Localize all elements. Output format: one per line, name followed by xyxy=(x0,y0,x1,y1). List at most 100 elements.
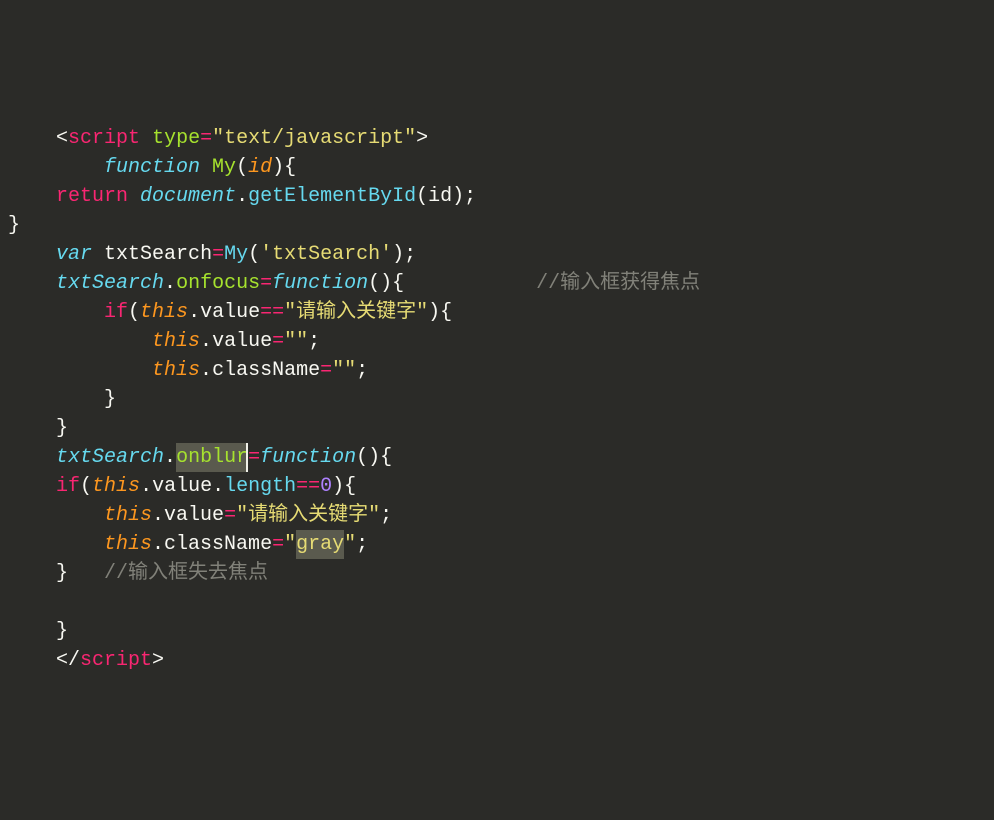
ident-txtSearch: txtSearch xyxy=(104,243,212,266)
paren-close-brace: ){ xyxy=(428,301,452,324)
fn-call-my: My xyxy=(224,243,248,266)
indent xyxy=(8,359,152,382)
dot: . xyxy=(212,475,224,498)
highlight-word: gray xyxy=(296,530,344,559)
code-line: txtSearch.onfocus=function(){ //输入框获得焦点 xyxy=(8,269,994,298)
paren-close-brace: ){ xyxy=(332,475,356,498)
indent xyxy=(8,301,104,324)
angle-close: > xyxy=(152,649,164,672)
code-line: } xyxy=(8,617,994,646)
op-eqeq: == xyxy=(296,475,320,498)
code-line: } //输入框失去焦点 xyxy=(8,559,994,588)
equals: = xyxy=(320,359,332,382)
paren-close-semi: ); xyxy=(392,243,416,266)
indent xyxy=(8,475,56,498)
space xyxy=(92,243,104,266)
prop-value: value xyxy=(164,504,224,527)
equals: = xyxy=(212,243,224,266)
keyword-return: return xyxy=(56,185,128,208)
code-line: var txtSearch=My('txtSearch'); xyxy=(8,240,994,269)
ident-id: id xyxy=(428,185,452,208)
paren-open: ( xyxy=(80,475,92,498)
method-getElementById: getElementById xyxy=(248,185,416,208)
comment-blur: //输入框失去焦点 xyxy=(104,562,268,585)
dot: . xyxy=(236,185,248,208)
string-text-javascript: "text/javascript" xyxy=(212,127,416,150)
fn-name: My xyxy=(212,156,236,179)
paren-close-brace: ){ xyxy=(272,156,296,179)
angle-open-slash: </ xyxy=(56,649,80,672)
paren-open: ( xyxy=(416,185,428,208)
code-line: <script type="text/javascript"> xyxy=(8,124,994,153)
dot: . xyxy=(164,272,176,295)
prop-className: className xyxy=(212,359,320,382)
indent xyxy=(8,649,56,672)
number-zero: 0 xyxy=(320,475,332,498)
prop-value: value xyxy=(200,301,260,324)
keyword-this: this xyxy=(104,504,152,527)
keyword-function: function xyxy=(104,156,200,179)
prop-onblur: onblur xyxy=(176,446,248,469)
semicolon: ; xyxy=(308,330,320,353)
tag-script: script xyxy=(68,127,140,150)
code-line: if(this.value.length==0){ xyxy=(8,472,994,501)
keyword-function: function xyxy=(260,446,356,469)
paren-open: ( xyxy=(248,243,260,266)
code-line: function My(id){ xyxy=(8,153,994,182)
semicolon: ; xyxy=(380,504,392,527)
dot: . xyxy=(164,446,176,469)
code-line: } xyxy=(8,414,994,443)
dot: . xyxy=(188,301,200,324)
paren-close-brace: ){ xyxy=(380,272,404,295)
prop-value: value xyxy=(152,475,212,498)
prop-onfocus: onfocus xyxy=(176,272,260,295)
dot: . xyxy=(200,359,212,382)
code-line: this.className="gray"; xyxy=(8,530,994,559)
code-line: } xyxy=(8,211,994,240)
dot: . xyxy=(200,330,212,353)
ident-txtSearch: txtSearch xyxy=(56,446,164,469)
keyword-this: this xyxy=(152,359,200,382)
code-line: this.value="请输入关键字"; xyxy=(8,501,994,530)
keyword-var: var xyxy=(56,243,92,266)
keyword-this: this xyxy=(140,301,188,324)
string-empty: "" xyxy=(284,330,308,353)
keyword-this: this xyxy=(152,330,200,353)
keyword-function: function xyxy=(272,272,368,295)
indent xyxy=(8,156,104,179)
text-cursor xyxy=(246,443,248,472)
tag-script-close: script xyxy=(80,649,152,672)
indent xyxy=(8,417,56,440)
attr-type: type xyxy=(152,127,200,150)
space xyxy=(68,562,104,585)
equals: = xyxy=(200,127,212,150)
comment-focus: //输入框获得焦点 xyxy=(536,272,700,295)
indent xyxy=(8,185,56,208)
string-empty: "" xyxy=(332,359,356,382)
brace-close: } xyxy=(8,214,20,237)
prop-className: className xyxy=(164,533,272,556)
equals: = xyxy=(260,272,272,295)
code-line-blank xyxy=(8,588,994,617)
code-line: if(this.value=="请输入关键字"){ xyxy=(8,298,994,327)
string-placeholder: "请输入关键字" xyxy=(236,504,380,527)
string-quote: " xyxy=(284,533,296,556)
code-line: this.value=""; xyxy=(8,327,994,356)
equals: = xyxy=(248,446,260,469)
equals: = xyxy=(272,330,284,353)
string-txtSearch: 'txtSearch' xyxy=(260,243,392,266)
keyword-if: if xyxy=(56,475,80,498)
code-editor[interactable]: <script type="text/javascript"> function… xyxy=(8,124,994,675)
semicolon: ; xyxy=(356,533,368,556)
brace-close: } xyxy=(56,562,68,585)
string-quote: " xyxy=(344,533,356,556)
semicolon: ; xyxy=(356,359,368,382)
code-line: } xyxy=(8,385,994,414)
space xyxy=(128,185,140,208)
paren-close-brace: ){ xyxy=(368,446,392,469)
space xyxy=(140,127,152,150)
indent xyxy=(8,446,56,469)
ident-txtSearch: txtSearch xyxy=(56,272,164,295)
angle-open: < xyxy=(56,127,68,150)
code-line: txtSearch.onblur=function(){ xyxy=(8,443,994,472)
